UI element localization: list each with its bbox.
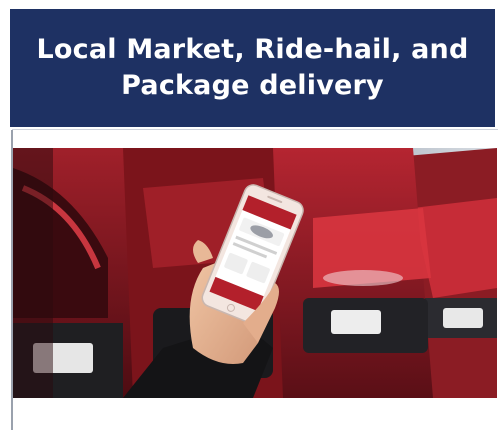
page-title: Local Market, Ride-hail, and Package del… (36, 32, 468, 104)
title-line-1: Local Market, Ride-hail, and (36, 34, 469, 65)
title-banner: Local Market, Ride-hail, and Package del… (10, 9, 495, 127)
title-line-2: Package delivery (121, 70, 384, 101)
phone-in-hand-image (13, 148, 497, 398)
divider (12, 129, 498, 130)
hero-photo (13, 148, 497, 398)
